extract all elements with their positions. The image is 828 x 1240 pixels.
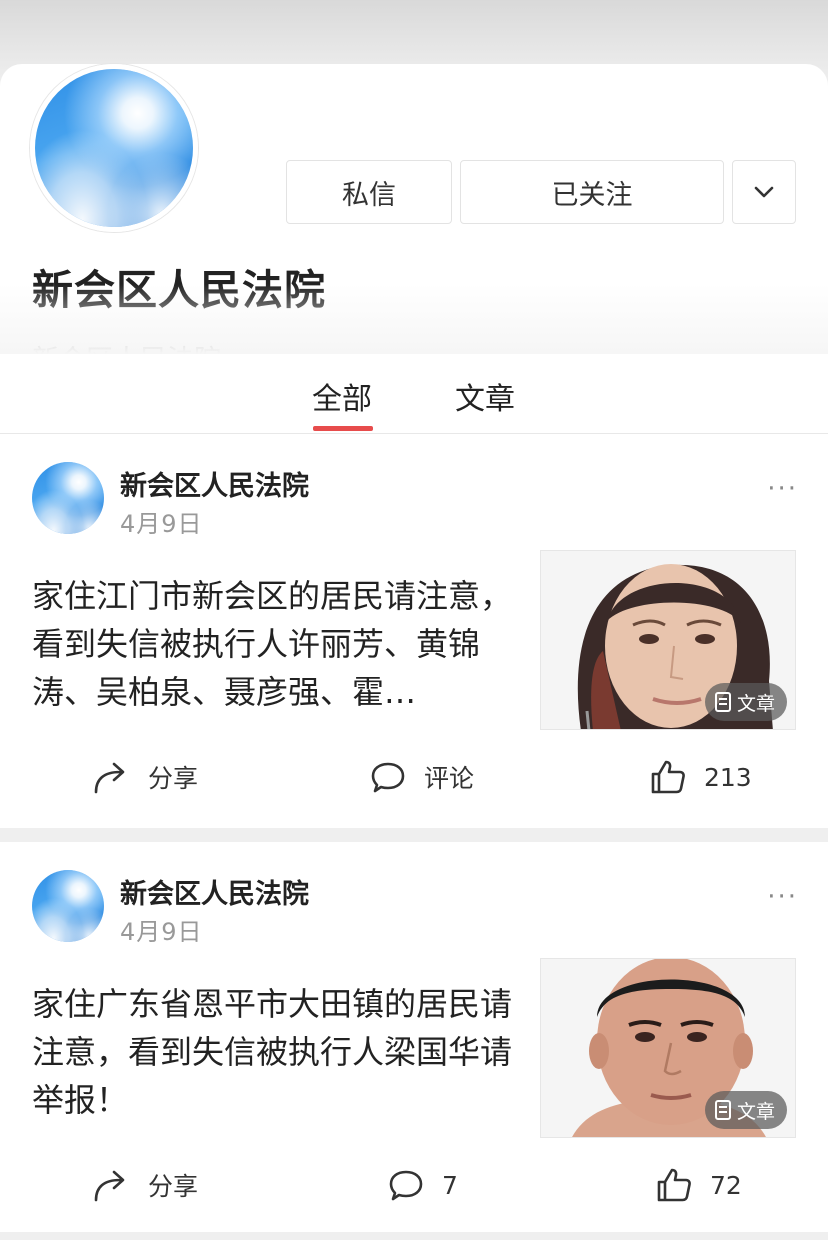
article-badge: 文章 <box>704 683 787 721</box>
share-button[interactable]: 分享 <box>92 752 198 802</box>
post-content[interactable]: 家住江门市新会区的居民请注意，看到失信被执行人许丽芳、黄锦涛、吴柏泉、聂彦强、霍… <box>32 572 518 716</box>
post-author[interactable]: 新会区人民法院 <box>120 464 309 503</box>
document-icon <box>714 692 731 712</box>
comment-button[interactable]: 7 <box>388 1160 458 1210</box>
message-button[interactable]: 私信 <box>286 160 452 224</box>
like-button[interactable]: 213 <box>650 752 752 802</box>
post-content[interactable]: 家住广东省恩平市大田镇的居民请注意，看到失信被执行人梁国华请举报！ <box>32 980 518 1124</box>
post-date: 4月9日 <box>120 918 203 946</box>
article-badge-label: 文章 <box>736 692 775 715</box>
share-label: 分享 <box>148 764 199 793</box>
active-tab-indicator <box>313 426 373 431</box>
thumbs-up-icon <box>651 760 685 794</box>
comment-icon <box>389 1170 423 1201</box>
comment-count: 7 <box>442 1170 458 1200</box>
tab-articles[interactable]: 文章 <box>455 374 515 418</box>
following-button-label: 已关注 <box>551 179 633 211</box>
profile-name: 新会区人民法院 <box>32 266 326 314</box>
profile-avatar[interactable] <box>30 64 198 232</box>
like-count: 72 <box>710 1170 742 1200</box>
comment-icon <box>371 762 405 793</box>
profile-card: 私信 已关注 新会区人民法院 新会区人民法院 <box>0 64 828 376</box>
following-button[interactable]: 已关注 <box>460 160 724 224</box>
comment-button[interactable]: 评论 <box>370 752 474 802</box>
post-actions: 分享 评论 213 <box>0 752 828 802</box>
thumbs-up-icon <box>657 1168 691 1202</box>
post-author[interactable]: 新会区人民法院 <box>120 872 309 911</box>
post-date: 4月9日 <box>120 510 203 538</box>
post-actions: 分享 7 72 <box>0 1160 828 1210</box>
author-avatar[interactable] <box>32 462 104 534</box>
feed-post[interactable]: 新会区人民法院 4月9日 ··· 家住广东省恩平市大田镇的居民请注意，看到失信被… <box>0 842 828 1232</box>
more-icon[interactable]: ··· <box>767 474 798 504</box>
share-icon <box>94 762 125 794</box>
document-icon <box>714 1100 731 1120</box>
like-count: 213 <box>704 762 752 792</box>
share-label: 分享 <box>148 1172 199 1201</box>
article-badge: 文章 <box>704 1091 787 1129</box>
like-button[interactable]: 72 <box>656 1160 742 1210</box>
tab-all[interactable]: 全部 <box>312 374 372 418</box>
post-thumbnail[interactable]: 文章 <box>540 550 796 730</box>
share-button[interactable]: 分享 <box>92 1160 198 1210</box>
message-button-label: 私信 <box>342 179 396 211</box>
feed-post[interactable]: 新会区人民法院 4月9日 ··· 家住江门市新会区的居民请注意，看到失信被执行人… <box>0 434 828 828</box>
author-avatar[interactable] <box>32 870 104 942</box>
article-badge-label: 文章 <box>736 1100 775 1123</box>
share-icon <box>94 1170 125 1202</box>
comment-label: 评论 <box>424 764 475 793</box>
tab-bar: 全部 文章 <box>0 354 828 434</box>
more-icon[interactable]: ··· <box>767 882 798 912</box>
post-thumbnail[interactable]: 文章 <box>540 958 796 1138</box>
more-options-button[interactable] <box>732 160 796 224</box>
chevron-down-icon <box>754 186 774 198</box>
